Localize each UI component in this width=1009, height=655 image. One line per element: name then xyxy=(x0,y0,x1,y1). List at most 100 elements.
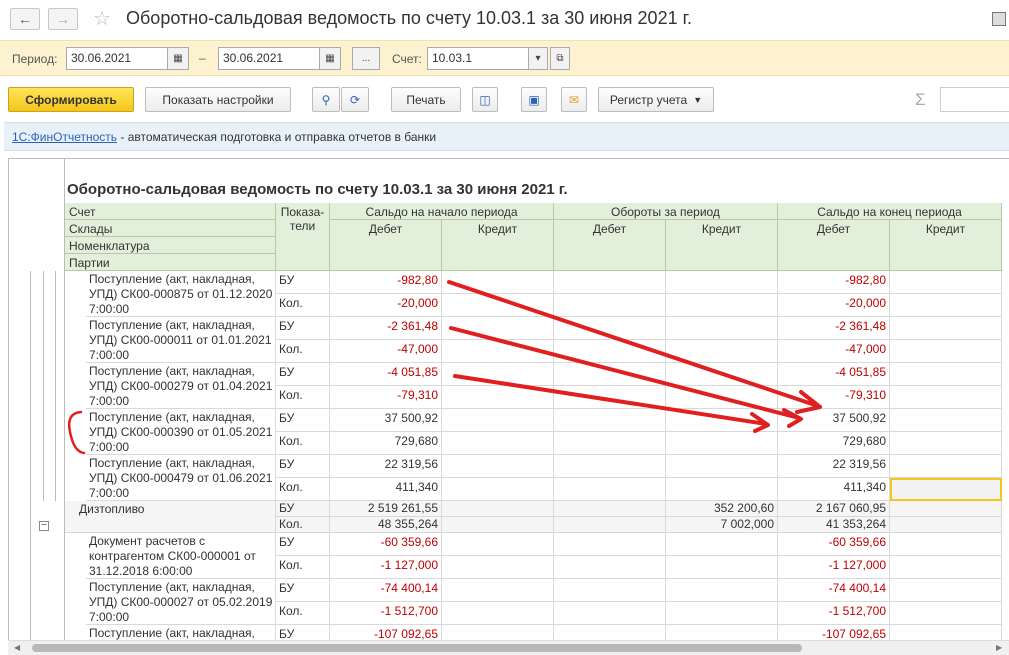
value-cell-ob-d[interactable] xyxy=(554,602,666,625)
value-cell-ob-k[interactable] xyxy=(666,533,778,556)
indicator-cell[interactable]: Кол. xyxy=(276,517,330,533)
back-button[interactable]: ← xyxy=(10,8,40,30)
period-choose-button[interactable]: ... xyxy=(352,47,380,70)
generate-button[interactable]: Сформировать xyxy=(8,87,134,112)
value-cell-ed[interactable]: 729,680 xyxy=(778,432,890,455)
value-cell-ed[interactable]: -74 400,14 xyxy=(778,579,890,602)
value-cell-ob-k[interactable] xyxy=(666,625,778,640)
value-cell-ek[interactable] xyxy=(890,432,1002,455)
show-settings-button[interactable]: Показать настройки xyxy=(145,87,291,112)
value-cell-sk[interactable] xyxy=(442,625,554,640)
forward-button[interactable]: → xyxy=(48,8,78,30)
favorite-star-icon[interactable]: ☆ xyxy=(93,6,111,31)
save-window-icon[interactable] xyxy=(992,12,1006,26)
value-cell-ed[interactable]: -1 127,000 xyxy=(778,556,890,579)
save-button[interactable]: ▣ xyxy=(521,87,547,112)
value-cell-ob-k[interactable] xyxy=(666,317,778,340)
value-cell-ed[interactable]: 22 319,56 xyxy=(778,455,890,478)
indicator-cell[interactable]: БУ xyxy=(276,317,330,340)
value-cell-ek[interactable] xyxy=(890,317,1002,340)
value-cell-sd[interactable]: -47,000 xyxy=(330,340,442,363)
value-cell-ob-d[interactable] xyxy=(554,579,666,602)
value-cell-sk[interactable] xyxy=(442,579,554,602)
value-cell-ed[interactable]: 41 353,264 xyxy=(778,517,890,533)
value-cell-ob-d[interactable] xyxy=(554,432,666,455)
indicator-cell[interactable]: Кол. xyxy=(276,432,330,455)
value-cell-ob-d[interactable] xyxy=(554,517,666,533)
value-cell-sd[interactable]: -20,000 xyxy=(330,294,442,317)
indicator-cell[interactable]: БУ xyxy=(276,579,330,602)
value-cell-ed[interactable]: -1 512,700 xyxy=(778,602,890,625)
value-cell-ek[interactable] xyxy=(890,455,1002,478)
value-cell-ed[interactable]: -20,000 xyxy=(778,294,890,317)
indicator-cell[interactable]: БУ xyxy=(276,501,330,517)
value-cell-sd[interactable]: -1 512,700 xyxy=(330,602,442,625)
value-cell-sk[interactable] xyxy=(442,533,554,556)
value-cell-sd[interactable]: 411,340 xyxy=(330,478,442,501)
value-cell-sd[interactable]: -79,310 xyxy=(330,386,442,409)
value-cell-ek[interactable] xyxy=(890,533,1002,556)
value-cell-sd[interactable]: -2 361,48 xyxy=(330,317,442,340)
value-cell-sd[interactable]: 22 319,56 xyxy=(330,455,442,478)
document-name[interactable]: Поступление (акт, накладная, УПД) СК00-0… xyxy=(86,579,276,625)
value-cell-ed[interactable]: -107 092,65 xyxy=(778,625,890,640)
value-cell-ob-k[interactable]: 7 002,000 xyxy=(666,517,778,533)
value-cell-sk[interactable] xyxy=(442,409,554,432)
document-name[interactable]: Поступление (акт, накладная, xyxy=(86,625,276,640)
value-cell-ob-d[interactable] xyxy=(554,409,666,432)
account-dropdown-button[interactable]: ▾ xyxy=(528,47,548,70)
value-cell-sd[interactable]: 729,680 xyxy=(330,432,442,455)
value-cell-ob-k[interactable] xyxy=(666,432,778,455)
indicator-cell[interactable]: БУ xyxy=(276,409,330,432)
value-cell-ed[interactable]: -4 051,85 xyxy=(778,363,890,386)
collapse-toggle[interactable]: − xyxy=(39,521,49,531)
indicator-cell[interactable]: БУ xyxy=(276,625,330,640)
date-from-field[interactable]: 30.06.2021 xyxy=(66,47,168,70)
value-cell-ob-d[interactable] xyxy=(554,455,666,478)
value-cell-ob-d[interactable] xyxy=(554,271,666,294)
value-cell-ek[interactable] xyxy=(890,363,1002,386)
value-cell-ek[interactable] xyxy=(890,386,1002,409)
value-cell-sd[interactable]: 2 519 261,55 xyxy=(330,501,442,517)
value-cell-ek[interactable] xyxy=(890,517,1002,533)
value-cell-ob-k[interactable] xyxy=(666,579,778,602)
report-area[interactable]: Оборотно-сальдовая ведомость по счету 10… xyxy=(8,158,1009,640)
value-cell-sk[interactable] xyxy=(442,432,554,455)
value-cell-ed[interactable]: -60 359,66 xyxy=(778,533,890,556)
value-cell-ob-k[interactable] xyxy=(666,386,778,409)
indicator-cell[interactable]: Кол. xyxy=(276,478,330,501)
value-cell-sd[interactable]: -4 051,85 xyxy=(330,363,442,386)
value-cell-ek[interactable] xyxy=(890,271,1002,294)
indicator-cell[interactable]: Кол. xyxy=(276,294,330,317)
value-cell-ek[interactable] xyxy=(890,501,1002,517)
value-cell-sd[interactable]: -1 127,000 xyxy=(330,556,442,579)
value-cell-ob-d[interactable] xyxy=(554,363,666,386)
value-cell-ek[interactable] xyxy=(890,602,1002,625)
document-name[interactable]: Поступление (акт, накладная, УПД) СК00-0… xyxy=(86,317,276,363)
sum-field[interactable] xyxy=(940,87,1009,112)
value-cell-ob-d[interactable] xyxy=(554,386,666,409)
value-cell-sk[interactable] xyxy=(442,455,554,478)
value-cell-sk[interactable] xyxy=(442,363,554,386)
value-cell-ob-d[interactable] xyxy=(554,294,666,317)
horizontal-scrollbar[interactable]: ◀ ▶ xyxy=(8,640,1009,655)
value-cell-ob-k[interactable] xyxy=(666,556,778,579)
group-name[interactable]: Дизтопливо xyxy=(65,501,276,533)
value-cell-ek[interactable] xyxy=(890,340,1002,363)
account-open-button[interactable]: ⧉ xyxy=(550,47,570,70)
indicator-cell[interactable]: БУ xyxy=(276,455,330,478)
value-cell-ob-d[interactable] xyxy=(554,501,666,517)
value-cell-ob-d[interactable] xyxy=(554,340,666,363)
document-name[interactable]: Поступление (акт, накладная, УПД) СК00-0… xyxy=(86,455,276,501)
value-cell-ed[interactable]: -982,80 xyxy=(778,271,890,294)
value-cell-ek[interactable] xyxy=(890,294,1002,317)
indicator-cell[interactable]: БУ xyxy=(276,271,330,294)
value-cell-sd[interactable]: 37 500,92 xyxy=(330,409,442,432)
value-cell-ob-k[interactable] xyxy=(666,478,778,501)
value-cell-sd[interactable]: -74 400,14 xyxy=(330,579,442,602)
value-cell-ed[interactable]: 37 500,92 xyxy=(778,409,890,432)
value-cell-ob-k[interactable] xyxy=(666,271,778,294)
value-cell-ob-k[interactable] xyxy=(666,340,778,363)
value-cell-ed[interactable]: 2 167 060,95 xyxy=(778,501,890,517)
scroll-left-icon[interactable]: ◀ xyxy=(14,643,20,652)
